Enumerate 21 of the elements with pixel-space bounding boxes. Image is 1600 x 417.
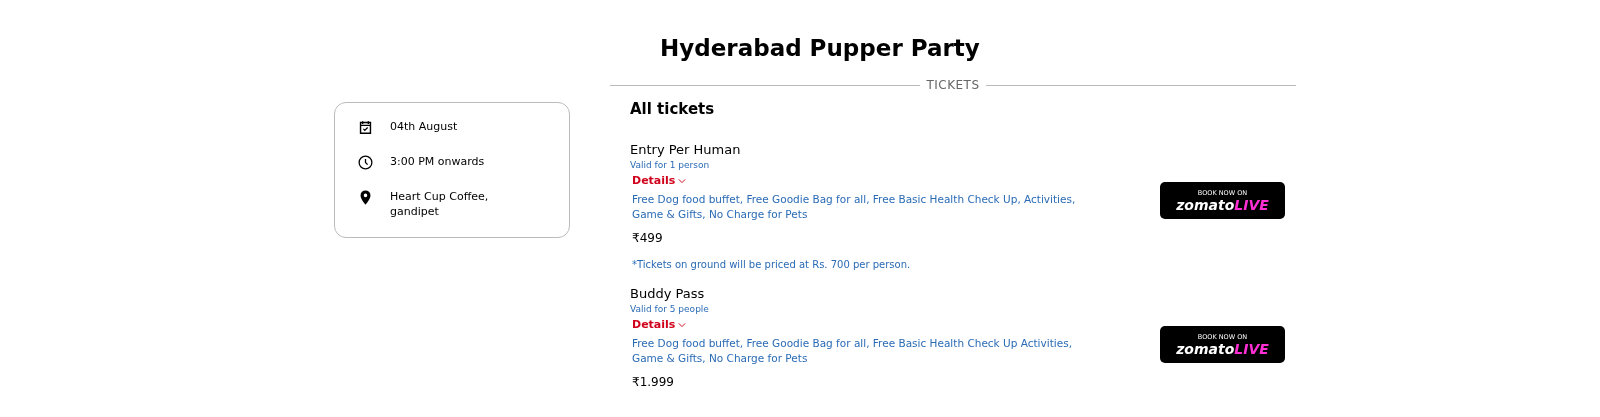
ticket-description: Free Dog food buffet, Free Goodie Bag for all, Free Basic Health Check Up, Activities, Game & Gifts, No Charge for Pets: [631, 192, 1077, 222]
calendar-check-icon: [357, 119, 374, 136]
ticket-description: Free Dog food buffet, Free Goodie Bag for all, Free Basic Health Check Up Activities, Game & Gifts, No Charge for Pets: [631, 336, 1073, 366]
chevron-down-icon: [678, 321, 687, 328]
ticket-validity: Valid for 5 people: [630, 304, 710, 314]
ticket-name: Entry Per Human: [630, 142, 742, 157]
ticket-name: Buddy Pass: [630, 286, 706, 301]
event-info-text: 04th August: [390, 119, 458, 134]
event-info-text: 3:00 PM onwards: [390, 154, 485, 169]
event-title: Hyderabad Pupper Party: [660, 34, 981, 63]
ticket-validity: Valid for 1 person: [630, 160, 711, 170]
ticket-price: ₹499: [631, 231, 664, 245]
clock-icon: [357, 154, 374, 171]
details-toggle[interactable]: Details: [630, 318, 689, 331]
details-toggle[interactable]: Details: [630, 174, 689, 187]
section-label: TICKETS: [926, 78, 980, 92]
chevron-down-icon: [678, 177, 687, 184]
tickets-heading: All tickets: [630, 100, 716, 118]
ticket-price: ₹1.999: [631, 375, 675, 389]
ticket-note: *Tickets on ground will be priced at Rs. 700 per person.: [631, 259, 912, 270]
event-info-text: Heart Cup Coffee, gandipet: [390, 189, 489, 219]
